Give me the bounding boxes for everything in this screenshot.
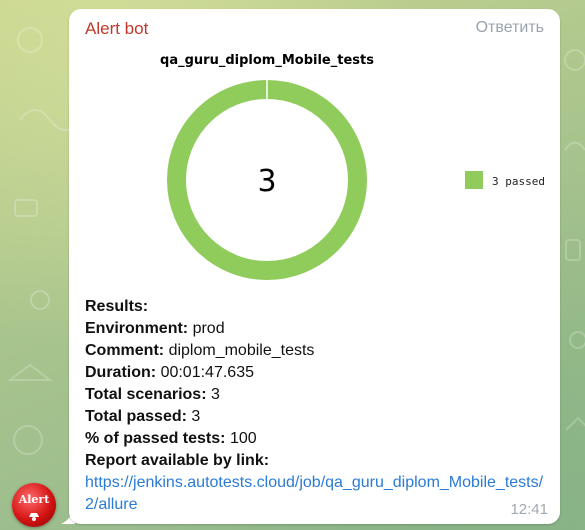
legend-label: 3 passed [492, 175, 545, 188]
avatar-bell-icon [29, 513, 39, 521]
chart-title: qa_guru_diplom_Mobile_tests [160, 53, 374, 68]
percent-passed-value: 100 [229, 430, 257, 447]
report-link[interactable]: https://jenkins.autotests.cloud/job/qa_g… [85, 472, 547, 516]
message-time: 12:41 [510, 501, 548, 518]
total-passed-row: Total passed: 3 [85, 406, 555, 428]
results-heading: Results: [85, 298, 149, 315]
total-passed-label: Total passed: [85, 408, 187, 425]
message-bubble[interactable]: Alert bot Ответить qa_guru_diplom_Mobile… [69, 9, 560, 524]
comment-value: diplom_mobile_tests [168, 342, 315, 359]
total-scenarios-row: Total scenarios: 3 [85, 384, 555, 406]
comment-row: Comment: diplom_mobile_tests [85, 340, 555, 362]
duration-label: Duration: [85, 364, 157, 381]
total-scenarios-label: Total scenarios: [85, 386, 207, 403]
bot-avatar[interactable]: Alert [12, 483, 56, 527]
results-text: Results: Environment: prod Comment: dipl… [85, 296, 555, 516]
total-scenarios-value: 3 [210, 386, 220, 403]
report-label: Report available by link: [85, 452, 270, 469]
duration-row: Duration: 00:01:47.635 [85, 362, 555, 384]
environment-label: Environment: [85, 320, 189, 337]
legend-swatch [465, 171, 483, 189]
report-row: Report available by link: [85, 450, 555, 472]
environment-value: prod [192, 320, 225, 337]
test-results-chart: qa_guru_diplom_Mobile_tests 3 3 passed [160, 53, 545, 280]
percent-passed-label: % of passed tests: [85, 430, 226, 447]
percent-passed-row: % of passed tests: 100 [85, 428, 555, 450]
donut-center-label: 3 [257, 164, 276, 199]
comment-label: Comment: [85, 342, 165, 359]
duration-value: 00:01:47.635 [160, 364, 254, 381]
environment-row: Environment: prod [85, 318, 555, 340]
total-passed-value: 3 [191, 408, 201, 425]
